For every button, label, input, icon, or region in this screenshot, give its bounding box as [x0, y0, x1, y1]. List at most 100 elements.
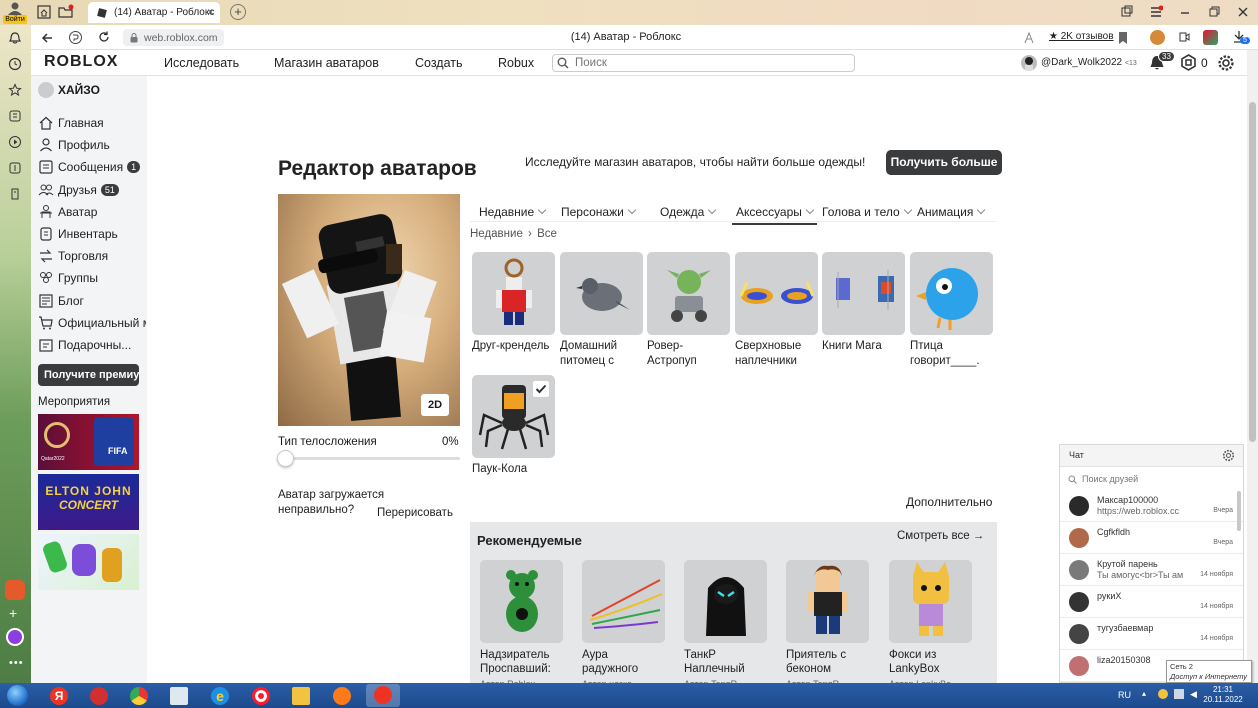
see-all-link[interactable]: Смотреть все → [897, 530, 984, 542]
history-icon[interactable] [8, 57, 22, 71]
item-thumbnail[interactable] [822, 252, 905, 335]
yandex-icon[interactable]: Я [50, 687, 68, 705]
chat-search-input[interactable] [1082, 474, 1232, 484]
username-label[interactable]: @Dark_Wolk2022 <13 [1041, 57, 1137, 68]
accessory-item[interactable]: Друг-крендель [472, 252, 556, 369]
sidebar-item-messages[interactable]: Сообщения 1 [38, 157, 146, 177]
url-pill[interactable]: web.roblox.com [123, 29, 224, 46]
item-thumbnail[interactable] [889, 560, 972, 643]
item-thumbnail[interactable] [560, 252, 643, 335]
accessory-item[interactable]: Паук-Кола [472, 375, 556, 492]
user-avatar[interactable] [1021, 55, 1037, 71]
antivirus-icon[interactable] [90, 687, 108, 705]
item-thumbnail[interactable] [582, 560, 665, 643]
event-banner-elton[interactable]: ELTON JOHN CONCERT [38, 474, 139, 530]
page-scrollbar[interactable] [1247, 50, 1258, 683]
more-panel-icon[interactable]: ••• [9, 657, 24, 669]
body-type-slider-track[interactable] [285, 457, 460, 460]
chat-conversation[interactable]: тугузбаевмар 14 ноября [1060, 618, 1243, 650]
nav-robux[interactable]: Robux [498, 56, 534, 70]
item-thumbnail[interactable] [684, 560, 767, 643]
protect-icon[interactable] [68, 30, 83, 45]
notes-icon[interactable] [8, 187, 22, 201]
accessory-item[interactable]: Книги Мага [822, 252, 906, 369]
chat-conversation[interactable]: Крутой парень Ты амогус<br>Ты ам 14 ноября [1060, 554, 1243, 586]
internet-explorer-icon[interactable]: e [211, 687, 229, 705]
chat-header[interactable]: Чат [1060, 445, 1243, 467]
bookmark-icon[interactable] [1117, 31, 1129, 45]
home-page-icon[interactable] [36, 4, 52, 20]
file-manager-icon[interactable] [170, 687, 188, 705]
chat-conversation[interactable]: рукиХ 14 ноября [1060, 586, 1243, 618]
new-tab-button[interactable]: + [230, 4, 246, 20]
sidebar-item-blog[interactable]: Блог [38, 291, 146, 311]
sidebar-item-gift-card[interactable]: Подарочны... [38, 335, 146, 355]
sidebar-item-profile[interactable]: Профиль [38, 135, 146, 155]
recommended-item[interactable]: Надзиратель Проспавший:Автор Roblox [480, 560, 564, 689]
tray-arrow-icon[interactable]: ▴ [1142, 689, 1152, 699]
accessory-item[interactable]: Домашний питомец с [560, 252, 644, 369]
nav-explore[interactable]: Исследовать [164, 56, 239, 70]
apps-icon[interactable] [8, 161, 22, 175]
language-indicator[interactable]: RU [1118, 690, 1131, 700]
get-more-button[interactable]: Получить больше [886, 150, 1002, 175]
restore-icon[interactable] [1207, 5, 1221, 19]
explorer-folder-icon[interactable] [292, 687, 310, 705]
menu-icon[interactable] [1149, 5, 1163, 19]
sidebar-user[interactable]: ХАЙЗО [38, 82, 100, 98]
alice-assistant-icon[interactable] [6, 628, 24, 646]
robux-button[interactable]: 0 [1180, 54, 1208, 71]
scrollbar-thumb[interactable] [1249, 102, 1256, 442]
download-button[interactable]: 5 [1231, 29, 1250, 45]
tab-2[interactable]: Одежда [660, 201, 717, 223]
recommended-item[interactable]: Фокси из LankyBoxАвтор LankyBo [889, 560, 973, 689]
recommended-item[interactable]: Аура радужногоАвтор незко [582, 560, 666, 689]
item-thumbnail[interactable] [910, 252, 993, 335]
pinned-app-icon[interactable] [5, 580, 25, 600]
breadcrumb-root[interactable]: Недавние [470, 228, 523, 240]
tray-app-icon[interactable] [1158, 689, 1168, 699]
bookmark-manager-icon[interactable] [1120, 5, 1134, 19]
settings-gear-icon[interactable] [1217, 54, 1235, 72]
extension-share-icon[interactable] [1177, 30, 1191, 44]
search-box[interactable] [552, 54, 855, 72]
more-button[interactable]: Дополнительно [906, 495, 992, 509]
translate-icon[interactable] [1023, 31, 1037, 45]
opera-icon[interactable] [252, 687, 270, 705]
volume-icon[interactable]: ◀ [1190, 689, 1200, 699]
chat-settings-icon[interactable] [1222, 449, 1235, 462]
nav-create[interactable]: Создать [415, 56, 463, 70]
event-banner-fifa[interactable]: Qatar2022 FIFA [38, 414, 139, 470]
extension-colorful-icon[interactable] [1203, 30, 1218, 45]
bell-icon[interactable] [8, 31, 22, 45]
sidebar-item-inventory[interactable]: Инвентарь [38, 224, 146, 244]
browser-tab[interactable]: (14) Аватар - Роблокс × [88, 2, 220, 23]
recommended-item[interactable]: ТанкР НаплечныйАвтор TangR [684, 560, 768, 689]
sidebar-item-trade[interactable]: Торговля [38, 246, 146, 266]
close-tab-icon[interactable]: × [207, 5, 214, 19]
item-thumbnail[interactable] [472, 252, 555, 335]
tab-5[interactable]: Анимация [917, 201, 986, 223]
avast-icon[interactable] [333, 687, 351, 705]
minimize-icon[interactable] [1178, 5, 1192, 19]
accessory-item[interactable]: Сверхновые наплечники [735, 252, 819, 369]
notifications-button[interactable]: 33 [1147, 51, 1175, 73]
chrome-icon[interactable] [130, 687, 148, 705]
item-thumbnail[interactable] [786, 560, 869, 643]
item-thumbnail[interactable] [647, 252, 730, 335]
add-panel-icon[interactable]: + [9, 605, 17, 621]
chat-search[interactable] [1068, 472, 1238, 486]
roblox-logo[interactable]: ROBLOX [44, 53, 118, 71]
avatar-preview[interactable]: 2D [278, 194, 460, 426]
sidebar-item-shop[interactable]: Официальный магазин [38, 313, 146, 333]
bookmarks-star-icon[interactable] [8, 83, 22, 97]
media-play-icon[interactable] [8, 135, 22, 149]
back-arrow-icon[interactable] [40, 31, 54, 45]
body-type-slider-handle[interactable] [277, 450, 294, 467]
item-thumbnail[interactable] [480, 560, 563, 643]
start-button[interactable] [7, 685, 28, 706]
item-thumbnail[interactable] [735, 252, 818, 335]
collections-icon[interactable] [8, 109, 22, 123]
extension-avatar-icon[interactable] [1150, 30, 1165, 45]
chat-conversation[interactable]: Максар100000 https://web.roblox.cc Вчера [1060, 490, 1243, 522]
